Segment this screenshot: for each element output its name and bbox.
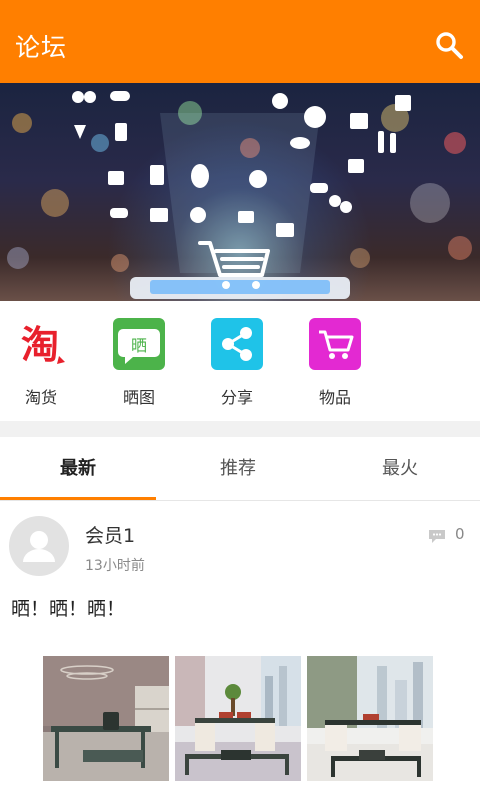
quick-link-shaitu[interactable]: 晒 晒图: [109, 318, 169, 408]
search-icon[interactable]: [434, 30, 464, 60]
banner-artwork: [7, 91, 472, 299]
tab-recommended[interactable]: 推荐: [160, 437, 316, 501]
office-workstation-photo: [307, 656, 433, 781]
post-text: 晒！晒！晒！: [11, 598, 126, 620]
quick-link-label: 分享: [220, 388, 253, 407]
avatar[interactable]: [9, 516, 69, 576]
quick-link-label: 物品: [318, 388, 351, 407]
office-desk-photo: [43, 656, 169, 781]
quick-link-items[interactable]: 物品: [305, 318, 365, 408]
post-time: 13小时前: [85, 558, 145, 574]
post-username[interactable]: 会员1: [85, 521, 135, 548]
post-photo-2[interactable]: [175, 656, 301, 781]
svg-text:晒: 晒: [131, 336, 147, 355]
tab-hottest[interactable]: 最火: [322, 437, 478, 501]
comment-count: 0: [455, 525, 465, 543]
share-icon: [211, 318, 263, 370]
section-divider: [0, 421, 480, 437]
user-icon: [23, 531, 55, 562]
quick-link-label: 淘货: [24, 388, 57, 407]
taobao-icon: 淘: [15, 318, 67, 370]
office-workstation-photo: [175, 656, 301, 781]
page-title: 论坛: [15, 33, 68, 62]
quick-link-label: 晒图: [122, 388, 155, 407]
promo-banner[interactable]: [0, 83, 480, 301]
cart-icon: [309, 318, 361, 370]
post-photo-1[interactable]: [43, 656, 169, 781]
active-tab-indicator: [0, 497, 156, 500]
post-card[interactable]: 会员1 13小时前 0 晒！晒！晒！: [0, 502, 480, 800]
tab-latest[interactable]: 最新: [0, 437, 156, 501]
chat-bubble-icon: 晒: [113, 318, 165, 370]
tab-bar: 最新 推荐 最火: [0, 437, 480, 501]
app-header: 论坛: [0, 0, 480, 83]
svg-text:淘: 淘: [21, 323, 59, 367]
post-photo-3[interactable]: [307, 656, 433, 781]
quick-links: 淘 淘货 晒 晒图 分享 物品: [0, 301, 480, 421]
quick-link-share[interactable]: 分享: [207, 318, 267, 408]
comment-icon: [429, 530, 445, 543]
quick-link-taohuo[interactable]: 淘 淘货: [11, 318, 71, 408]
